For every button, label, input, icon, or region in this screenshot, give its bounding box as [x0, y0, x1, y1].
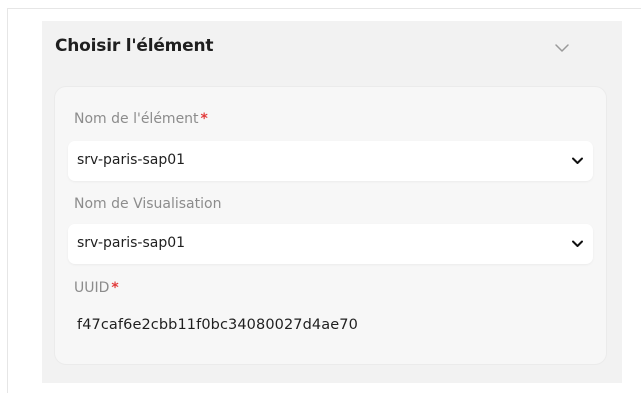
required-marker: * — [111, 280, 119, 296]
element-name-select[interactable]: srv-paris-sap01 — [68, 141, 593, 181]
chevron-down-icon[interactable] — [554, 41, 570, 55]
uuid-label: UUID * — [74, 280, 119, 296]
display-name-select[interactable]: srv-paris-sap01 — [68, 224, 593, 264]
left-divider — [7, 8, 8, 393]
chevron-down-icon — [572, 240, 583, 247]
panel-header[interactable]: Choisir l'élément — [42, 21, 622, 79]
page: Choisir l'élément Nom de l'élément * srv-… — [0, 0, 641, 393]
chevron-down-icon — [572, 157, 583, 164]
uuid-value: f47caf6e2cbb11f0bc34080027d4ae70 — [77, 317, 358, 333]
element-chooser-panel: Choisir l'élément Nom de l'élément * srv-… — [42, 21, 622, 383]
element-card: Nom de l'élément * srv-paris-sap01 Nom de… — [54, 86, 607, 365]
display-name-value: srv-paris-sap01 — [77, 235, 186, 251]
required-marker: * — [200, 111, 208, 127]
panel-title: Choisir l'élément — [55, 36, 214, 56]
element-name-value: srv-paris-sap01 — [77, 152, 186, 168]
element-name-label: Nom de l'élément * — [74, 111, 208, 127]
top-divider — [7, 8, 641, 9]
display-name-label: Nom de Visualisation — [74, 196, 222, 212]
